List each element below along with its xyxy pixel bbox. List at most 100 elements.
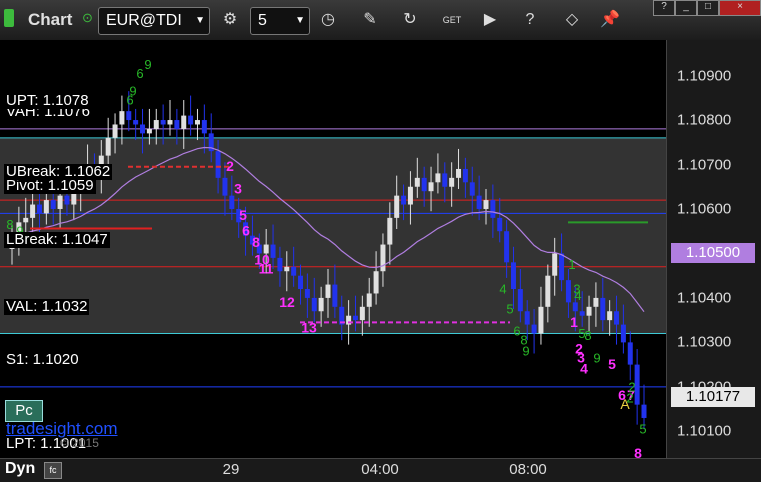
candle-body <box>394 195 400 218</box>
candle-body <box>428 182 434 192</box>
candle-body <box>366 293 372 307</box>
price-tick-label: 1.10800 <box>677 111 732 129</box>
price-tick-label: 1.10700 <box>677 156 732 173</box>
candle-body <box>407 186 413 205</box>
magenta-count-label: 6 <box>242 223 250 239</box>
clock-icon[interactable]: ◷ <box>316 8 340 32</box>
price-tick-label: 1.10100 <box>677 422 732 440</box>
candle-body <box>119 111 125 125</box>
symbol-selector[interactable]: EUR@TDI ▼ <box>98 7 210 35</box>
candle-body <box>414 177 420 187</box>
pencil-icon[interactable]: ✎ <box>358 8 382 32</box>
green-count-label: 9 <box>593 350 600 365</box>
candle-body <box>490 200 496 218</box>
candle-body <box>222 177 228 196</box>
tag-icon[interactable]: ◇ <box>560 8 584 32</box>
candle-body <box>105 137 111 156</box>
magenta-count-label: 1 <box>570 314 578 330</box>
time-tick-label: 29 <box>222 461 240 478</box>
candle-body <box>373 271 379 294</box>
candle-body <box>194 120 200 125</box>
price-tick-label: 1.10300 <box>677 333 732 351</box>
candle-body <box>600 297 606 321</box>
pc-button-label: Pc <box>15 402 33 419</box>
link-indicator-icon[interactable]: ⊙ <box>82 10 93 26</box>
chart-plot-area[interactable]: 2356810111213123456789696894568923451892… <box>0 40 666 458</box>
candle-body <box>215 151 221 178</box>
symbol-value: EUR@TDI <box>106 12 182 29</box>
price-tick-label: 1.10600 <box>677 200 732 218</box>
candle-body <box>277 257 283 272</box>
green-count-label: 5 <box>506 301 513 316</box>
green-count-label: 8 <box>584 328 591 343</box>
candle-body <box>284 266 290 272</box>
candle-body <box>538 306 544 334</box>
close-window-button[interactable]: × <box>719 0 761 16</box>
candle-body <box>497 217 503 232</box>
candle-body <box>531 324 537 334</box>
candle-body <box>318 297 324 312</box>
candle-body <box>36 204 42 214</box>
get-icon[interactable]: GET <box>440 8 464 32</box>
level-label-lbreak: LBreak: 1.1047 <box>4 231 110 248</box>
candle-body <box>462 168 468 183</box>
help-window-button[interactable]: ? <box>653 0 675 16</box>
candle-body <box>167 120 173 125</box>
candle-body <box>552 253 558 276</box>
candle-body <box>565 280 571 303</box>
candle-body <box>380 244 386 272</box>
maximize-window-button[interactable]: □ <box>697 0 719 16</box>
candle-body <box>311 297 317 312</box>
dyn-toggle-icon[interactable]: fc <box>44 462 62 479</box>
candle-body <box>572 302 578 312</box>
ma-price-marker: 1.10500 <box>671 243 755 264</box>
time-tick-label: 04:00 <box>361 461 399 478</box>
play-icon[interactable]: ▶ <box>478 8 502 32</box>
gear-icon[interactable]: ⚙ <box>218 8 242 32</box>
candle-body <box>50 200 56 209</box>
chart-toolbar: Chart ⊙ EUR@TDI ▼ ⚙ 5 ▼ ◷ ✎ ↻ GET ▶ ? ◇ … <box>0 0 761 41</box>
level-label-val: VAL: 1.1032 <box>4 298 90 315</box>
candle-body <box>620 324 626 343</box>
magenta-count-label: 5 <box>608 356 616 372</box>
magenta-count-label: 8 <box>252 234 260 250</box>
candle-body <box>146 128 152 134</box>
candle-body <box>401 195 407 205</box>
dyn-label[interactable]: Dyn <box>5 460 35 478</box>
candle-body <box>545 275 551 307</box>
green-count-label: 9 <box>522 344 529 359</box>
question-icon[interactable]: ? <box>518 8 542 32</box>
price-axis: 1.10900 1.10800 1.10700 1.10600 1.10500 1.104… <box>666 40 761 458</box>
candle-body <box>449 177 455 187</box>
candle-body <box>469 182 475 196</box>
green-count-label: 5 <box>639 422 646 437</box>
price-tick-label: 1.10400 <box>677 289 732 307</box>
candle-body <box>510 262 516 290</box>
green-count-label: 9 <box>144 57 151 72</box>
candle-body <box>332 284 338 307</box>
candle-body <box>559 253 565 281</box>
candle-body <box>229 195 235 209</box>
refresh-icon[interactable]: ↻ <box>398 8 422 32</box>
chart-status-indicator <box>4 9 14 27</box>
candle-body <box>112 124 118 138</box>
interval-selector[interactable]: 5 ▼ <box>250 7 310 35</box>
green-count-label: 4 <box>499 281 506 296</box>
minimize-window-button[interactable]: _ <box>675 0 697 16</box>
candle-body <box>456 168 462 178</box>
magenta-count-label: 12 <box>279 294 295 310</box>
candle-body <box>298 275 304 290</box>
magenta-count-label: 13 <box>301 320 317 336</box>
magenta-count-label: 8 <box>634 445 642 458</box>
magenta-count-label: 3 <box>234 180 242 196</box>
price-chart: 2356810111213123456789696894568923451892… <box>0 57 666 458</box>
pushpin-icon[interactable]: 📌 <box>598 8 622 32</box>
level-label-upt: UPT: 1.1078 <box>4 92 91 109</box>
candle-body <box>201 120 207 134</box>
annotation-label: A <box>620 396 630 412</box>
magenta-count-label: 5 <box>239 207 247 223</box>
candle-body <box>435 173 441 183</box>
candle-body <box>30 204 36 218</box>
candle-body <box>593 297 599 307</box>
chevron-down-icon: ▼ <box>195 15 205 26</box>
